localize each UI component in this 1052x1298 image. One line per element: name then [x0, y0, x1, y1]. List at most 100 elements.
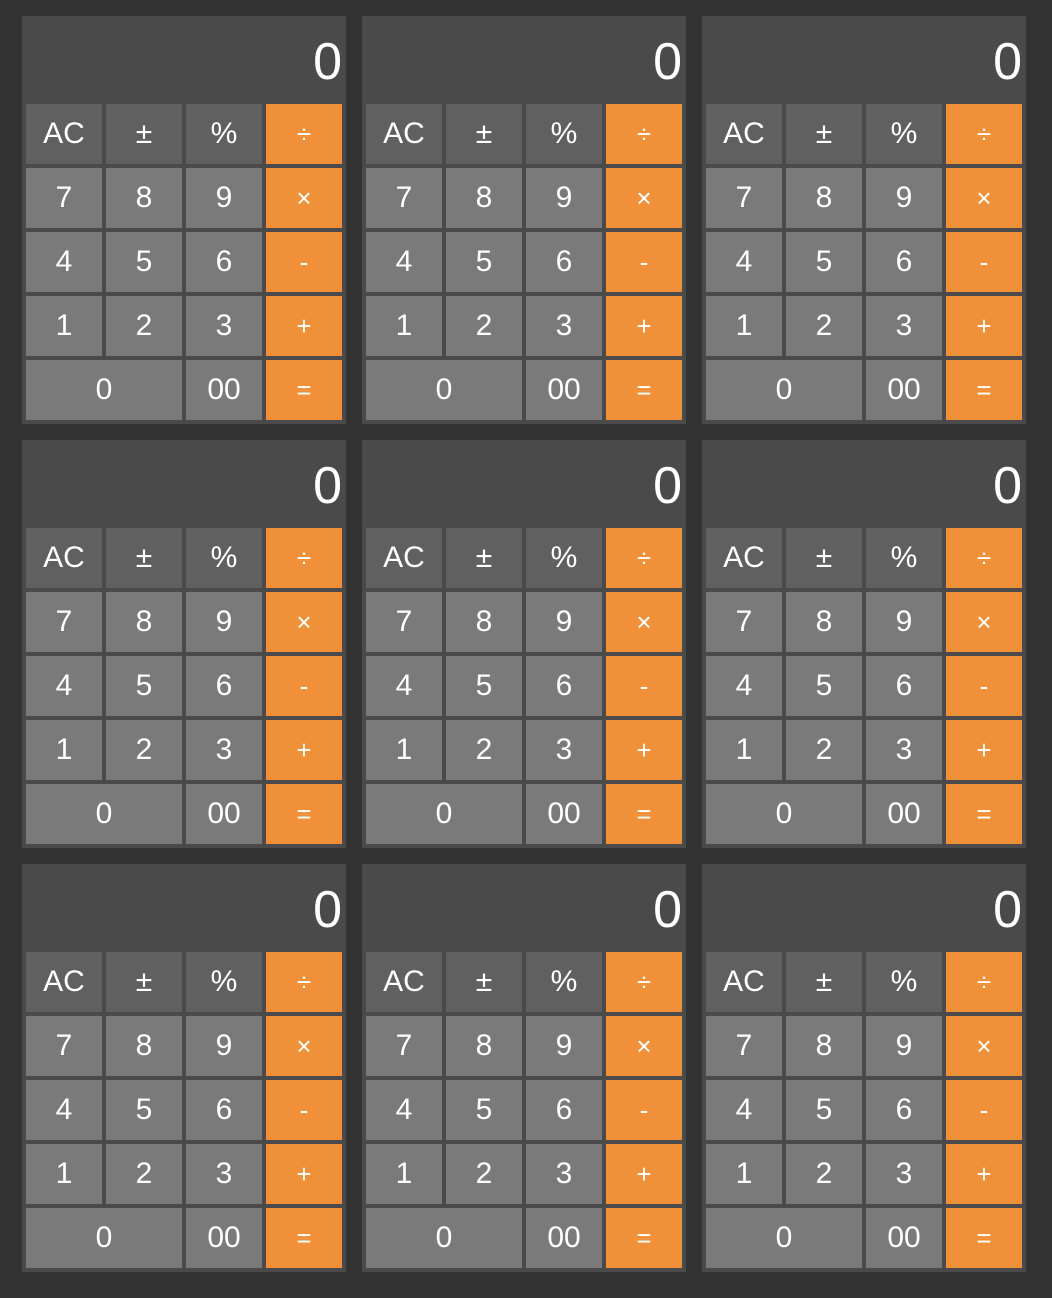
digit-9-button[interactable]: 9: [866, 592, 942, 652]
digit-8-button[interactable]: 8: [786, 1016, 862, 1076]
percent-button[interactable]: %: [186, 528, 262, 588]
digit-0-button[interactable]: 0: [366, 360, 522, 420]
multiply-button[interactable]: ×: [266, 592, 342, 652]
digit-4-button[interactable]: 4: [366, 1080, 442, 1140]
digit-4-button[interactable]: 4: [706, 1080, 782, 1140]
digit-5-button[interactable]: 5: [446, 232, 522, 292]
plus-minus-button[interactable]: ±: [446, 952, 522, 1012]
plus-minus-button[interactable]: ±: [446, 528, 522, 588]
plus-button[interactable]: +: [606, 720, 682, 780]
divide-button[interactable]: ÷: [946, 528, 1022, 588]
multiply-button[interactable]: ×: [266, 168, 342, 228]
ac-button[interactable]: AC: [26, 104, 102, 164]
percent-button[interactable]: %: [866, 104, 942, 164]
equals-button[interactable]: =: [946, 784, 1022, 844]
plus-button[interactable]: +: [946, 1144, 1022, 1204]
ac-button[interactable]: AC: [706, 104, 782, 164]
minus-button[interactable]: -: [266, 1080, 342, 1140]
digit-8-button[interactable]: 8: [786, 168, 862, 228]
percent-button[interactable]: %: [186, 104, 262, 164]
equals-button[interactable]: =: [606, 784, 682, 844]
digit-3-button[interactable]: 3: [186, 720, 262, 780]
divide-button[interactable]: ÷: [606, 104, 682, 164]
digit-3-button[interactable]: 3: [526, 296, 602, 356]
digit-8-button[interactable]: 8: [446, 592, 522, 652]
digit-2-button[interactable]: 2: [106, 720, 182, 780]
percent-button[interactable]: %: [526, 104, 602, 164]
percent-button[interactable]: %: [866, 528, 942, 588]
minus-button[interactable]: -: [946, 232, 1022, 292]
digit-1-button[interactable]: 1: [706, 1144, 782, 1204]
divide-button[interactable]: ÷: [946, 104, 1022, 164]
digit-3-button[interactable]: 3: [866, 296, 942, 356]
equals-button[interactable]: =: [266, 784, 342, 844]
digit-2-button[interactable]: 2: [786, 296, 862, 356]
plus-button[interactable]: +: [946, 720, 1022, 780]
digit-5-button[interactable]: 5: [786, 232, 862, 292]
minus-button[interactable]: -: [606, 232, 682, 292]
minus-button[interactable]: -: [266, 232, 342, 292]
plus-button[interactable]: +: [266, 296, 342, 356]
digit-0-button[interactable]: 0: [706, 784, 862, 844]
digit-9-button[interactable]: 9: [526, 592, 602, 652]
digit-2-button[interactable]: 2: [786, 1144, 862, 1204]
minus-button[interactable]: -: [946, 656, 1022, 716]
digit-6-button[interactable]: 6: [866, 1080, 942, 1140]
double-zero-button[interactable]: 00: [866, 784, 942, 844]
double-zero-button[interactable]: 00: [526, 360, 602, 420]
plus-minus-button[interactable]: ±: [106, 528, 182, 588]
double-zero-button[interactable]: 00: [186, 1208, 262, 1268]
multiply-button[interactable]: ×: [266, 1016, 342, 1076]
double-zero-button[interactable]: 00: [186, 360, 262, 420]
digit-6-button[interactable]: 6: [866, 232, 942, 292]
divide-button[interactable]: ÷: [606, 528, 682, 588]
digit-4-button[interactable]: 4: [366, 232, 442, 292]
minus-button[interactable]: -: [606, 656, 682, 716]
digit-5-button[interactable]: 5: [786, 1080, 862, 1140]
digit-8-button[interactable]: 8: [446, 168, 522, 228]
double-zero-button[interactable]: 00: [866, 360, 942, 420]
digit-9-button[interactable]: 9: [526, 1016, 602, 1076]
digit-7-button[interactable]: 7: [366, 592, 442, 652]
digit-5-button[interactable]: 5: [106, 232, 182, 292]
digit-8-button[interactable]: 8: [106, 1016, 182, 1076]
digit-7-button[interactable]: 7: [366, 168, 442, 228]
ac-button[interactable]: AC: [366, 952, 442, 1012]
minus-button[interactable]: -: [606, 1080, 682, 1140]
digit-6-button[interactable]: 6: [526, 232, 602, 292]
ac-button[interactable]: AC: [26, 952, 102, 1012]
digit-0-button[interactable]: 0: [366, 784, 522, 844]
digit-3-button[interactable]: 3: [186, 1144, 262, 1204]
digit-1-button[interactable]: 1: [26, 720, 102, 780]
digit-8-button[interactable]: 8: [446, 1016, 522, 1076]
ac-button[interactable]: AC: [706, 952, 782, 1012]
digit-2-button[interactable]: 2: [106, 296, 182, 356]
digit-4-button[interactable]: 4: [706, 656, 782, 716]
digit-6-button[interactable]: 6: [526, 1080, 602, 1140]
digit-7-button[interactable]: 7: [26, 592, 102, 652]
plus-button[interactable]: +: [266, 720, 342, 780]
divide-button[interactable]: ÷: [266, 528, 342, 588]
digit-3-button[interactable]: 3: [526, 720, 602, 780]
digit-2-button[interactable]: 2: [446, 296, 522, 356]
ac-button[interactable]: AC: [366, 104, 442, 164]
digit-1-button[interactable]: 1: [706, 296, 782, 356]
digit-1-button[interactable]: 1: [26, 1144, 102, 1204]
ac-button[interactable]: AC: [706, 528, 782, 588]
divide-button[interactable]: ÷: [606, 952, 682, 1012]
percent-button[interactable]: %: [526, 952, 602, 1012]
minus-button[interactable]: -: [946, 1080, 1022, 1140]
equals-button[interactable]: =: [606, 360, 682, 420]
digit-5-button[interactable]: 5: [106, 1080, 182, 1140]
digit-3-button[interactable]: 3: [866, 720, 942, 780]
digit-9-button[interactable]: 9: [866, 1016, 942, 1076]
multiply-button[interactable]: ×: [946, 1016, 1022, 1076]
equals-button[interactable]: =: [606, 1208, 682, 1268]
plus-button[interactable]: +: [946, 296, 1022, 356]
ac-button[interactable]: AC: [26, 528, 102, 588]
double-zero-button[interactable]: 00: [186, 784, 262, 844]
digit-1-button[interactable]: 1: [26, 296, 102, 356]
digit-7-button[interactable]: 7: [706, 1016, 782, 1076]
digit-3-button[interactable]: 3: [866, 1144, 942, 1204]
digit-2-button[interactable]: 2: [446, 1144, 522, 1204]
